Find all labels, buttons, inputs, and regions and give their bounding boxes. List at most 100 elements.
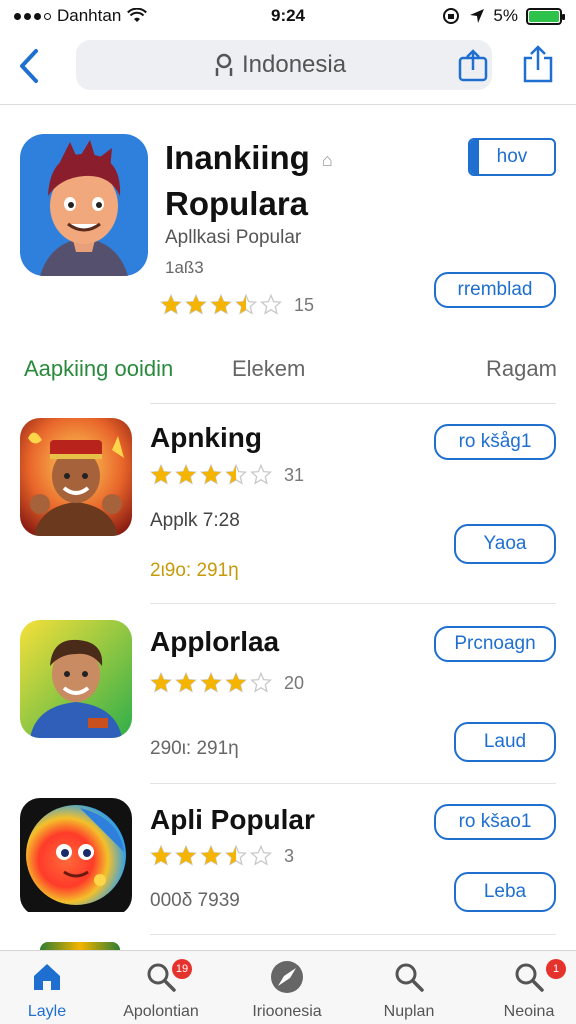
app-get-button[interactable]: Yaoa: [454, 524, 556, 564]
featured-primary-button[interactable]: hov: [468, 138, 556, 176]
tabbar-label: Apolontian: [123, 1003, 199, 1020]
share-icon: [458, 49, 488, 82]
rating-stars: [150, 464, 272, 486]
app-title[interactable]: Apnking: [150, 422, 262, 454]
row-divider: [150, 603, 556, 604]
app-get-button[interactable]: Laud: [454, 722, 556, 762]
star-icon: [150, 672, 172, 693]
featured-rating: 15: [160, 294, 314, 316]
search-icon: [395, 963, 424, 992]
battery-icon: [526, 7, 565, 25]
app-get-label: Laud: [483, 731, 527, 752]
featured-secondary-button[interactable]: rremblad: [434, 272, 556, 308]
app-action-label: ro kšåg1: [458, 431, 532, 452]
app-title[interactable]: Applorlaa: [150, 626, 279, 658]
app-get-label: Leba: [483, 881, 527, 902]
signal-icon: [14, 12, 51, 20]
row-divider: [150, 783, 556, 784]
star-icon: [225, 464, 247, 485]
export-button[interactable]: [522, 44, 554, 89]
star-icon: [235, 294, 257, 315]
star-icon: [175, 845, 197, 866]
star-icon: [160, 294, 182, 315]
star-icon: [225, 672, 247, 693]
tabbar-item-neoina[interactable]: 1 Neoina: [474, 957, 576, 1021]
featured-app-subtitle: Apllkasi Popular: [165, 227, 302, 248]
app-meta: 290ι: 291η: [150, 738, 239, 759]
nav-divider: [0, 104, 576, 105]
star-icon: [150, 464, 172, 485]
tab-elekem[interactable]: Elekem: [232, 356, 305, 382]
app-action-label: Prcnoagn: [454, 633, 536, 654]
app-rating: 20: [150, 672, 304, 694]
star-icon: [185, 294, 207, 315]
app-subtitle: Applk 7:28: [150, 510, 240, 531]
tabbar-label: Nuplan: [383, 1003, 435, 1020]
search-person-icon: [215, 53, 233, 76]
rotation-lock-icon: [443, 8, 460, 24]
wifi-icon: [127, 8, 148, 22]
app-action-button[interactable]: Prcnoagn: [434, 626, 556, 662]
app-meta: 2ι9ο: 291η: [150, 560, 239, 581]
tab-popular[interactable]: Aapkiing ooidin: [24, 356, 173, 382]
featured-primary-label: hov: [496, 146, 528, 167]
battery-percent: 5%: [493, 6, 518, 25]
app-rating: 3: [150, 845, 294, 867]
app-title[interactable]: Apli Popular: [150, 804, 315, 836]
tabbar-label: Irioonesia: [252, 1003, 322, 1020]
app-icon-applorlaa[interactable]: [20, 620, 132, 738]
app-get-button[interactable]: Leba: [454, 872, 556, 912]
star-icon: [250, 464, 272, 485]
chevron-left-icon: [20, 49, 38, 83]
featured-app-meta: 1aß3: [165, 258, 204, 277]
featured-app-icon[interactable]: [20, 134, 148, 276]
star-icon: [210, 294, 232, 315]
app-action-button[interactable]: ro kšåg1: [434, 424, 556, 460]
star-icon: [150, 845, 172, 866]
notification-badge: 1: [546, 959, 566, 979]
tab-ragam[interactable]: Ragam: [486, 356, 557, 382]
status-bar: Danhtan 9:24 5%: [0, 0, 576, 32]
tabbar-label: Layle: [27, 1003, 67, 1020]
tabbar-item-nuplan[interactable]: Nuplan: [354, 957, 464, 1021]
tabbar-item-home[interactable]: Layle: [0, 957, 102, 1021]
star-icon: [200, 464, 222, 485]
star-icon: [225, 845, 247, 866]
rating-stars: [150, 845, 272, 867]
back-button[interactable]: [14, 46, 44, 86]
app-meta: 000δ 7939: [150, 890, 240, 911]
rating-stars: [160, 294, 282, 316]
rating-stars: [150, 672, 272, 694]
tabbar-item-apolontian[interactable]: 19 Apolontian: [106, 957, 216, 1021]
app-icon-apli-popular[interactable]: [20, 798, 132, 916]
carrier-name: Danhtan: [57, 6, 122, 25]
search-field[interactable]: Indonesia: [76, 40, 492, 90]
bookmark-icon: ⌂: [321, 150, 333, 171]
star-icon: [250, 672, 272, 693]
tabbar-label: Neoina: [503, 1003, 555, 1020]
rating-count: 3: [284, 845, 295, 866]
button-accent-bar: [470, 140, 479, 174]
next-app-icon-peek: [40, 942, 120, 950]
share-button[interactable]: [458, 48, 488, 87]
bottom-tab-bar: Layle 19 Apolontian Irioonesia Nuplan 1 …: [0, 950, 576, 1024]
tabbar-item-irioonesia[interactable]: Irioonesia: [232, 957, 342, 1021]
compass-icon: [271, 961, 303, 993]
star-icon: [175, 672, 197, 693]
app-action-button[interactable]: ro kšao1: [434, 804, 556, 840]
app-icon-apnking[interactable]: [20, 418, 132, 536]
star-icon: [200, 845, 222, 866]
featured-secondary-label: rremblad: [457, 279, 533, 300]
rating-count: 15: [294, 294, 315, 315]
featured-title-line1: Inankiing: [165, 139, 310, 176]
featured-app-title: Inankiing ⌂ Ropulara: [165, 136, 425, 226]
rating-count: 31: [284, 464, 305, 485]
home-icon: [34, 964, 60, 990]
star-icon: [260, 294, 282, 315]
section-divider: [150, 403, 556, 404]
app-action-label: ro kšao1: [458, 811, 532, 832]
search-query: Indonesia: [242, 51, 347, 78]
star-icon: [250, 845, 272, 866]
navigation-bar: Indonesia: [0, 34, 576, 100]
rating-count: 20: [284, 672, 305, 693]
